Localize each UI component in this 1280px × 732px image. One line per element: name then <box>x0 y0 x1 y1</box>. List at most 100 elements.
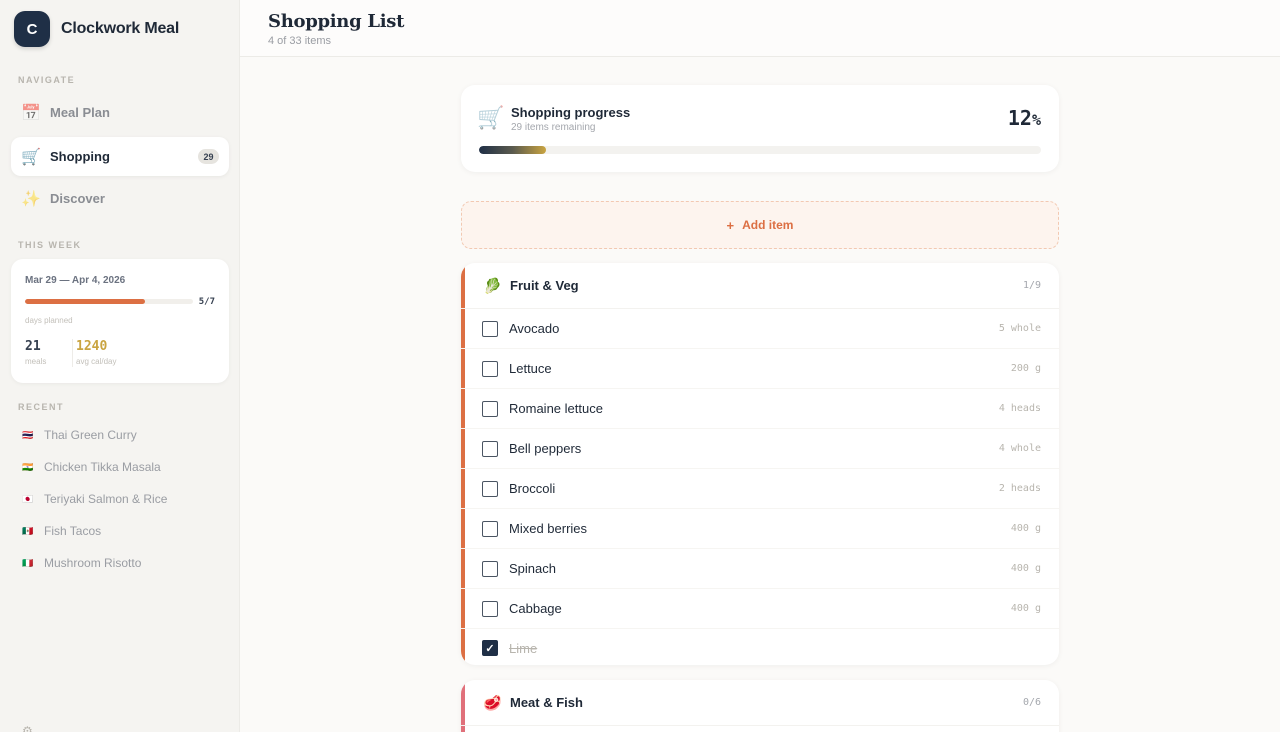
sparkles-icon: ✨ <box>21 190 41 208</box>
navigate-section-label: NAVIGATE <box>18 75 76 85</box>
progress-subtitle: 29 items remaining <box>511 122 596 133</box>
progress-bar-fill <box>479 146 547 154</box>
app-logo: C <box>14 11 50 47</box>
week-summary-card[interactable]: Mar 29 — Apr 4, 2026 5/7 days planned 21… <box>11 259 229 383</box>
page-title: Shopping List <box>268 11 405 32</box>
mexico-flag-icon: 🇲🇽 <box>22 525 34 536</box>
shopping-item-row[interactable]: Lettuce 200 g <box>461 349 1059 389</box>
days-planned-bar <box>25 299 193 304</box>
item-quantity: 5 whole <box>998 323 1041 334</box>
item-name: Bell peppers <box>509 441 582 456</box>
add-item-button[interactable]: + Add item <box>461 201 1059 249</box>
sidebar: C Clockwork Meal NAVIGATE 📅 Meal Plan 🛒 … <box>0 0 240 732</box>
plus-icon: + <box>726 217 735 233</box>
category-header[interactable]: 🥬 Fruit & Veg 1/9 <box>461 263 1059 309</box>
progress-percent-value: 12 <box>1007 106 1032 130</box>
japan-flag-icon: 🇯🇵 <box>22 493 34 504</box>
nav-item-label: Shopping <box>50 149 110 164</box>
item-checkbox[interactable] <box>482 480 498 497</box>
category-count: 1/9 <box>1022 280 1041 291</box>
progress-percent: 12% <box>1008 106 1041 130</box>
this-week-section-label: THIS WEEK <box>18 240 82 250</box>
item-quantity: 200 g <box>1010 363 1041 374</box>
recent-item-label: Thai Green Curry <box>44 428 137 442</box>
add-item-label: Add item <box>742 218 794 232</box>
recent-item-teriyaki-salmon[interactable]: 🇯🇵 Teriyaki Salmon & Rice <box>22 492 167 506</box>
brand[interactable]: C Clockwork Meal <box>14 11 179 47</box>
item-name: Broccoli <box>509 481 556 496</box>
item-name: Lettuce <box>509 361 552 376</box>
page-subtitle: 4 of 33 items <box>268 35 331 47</box>
item-name: Spinach <box>509 561 556 576</box>
item-name: Romaine lettuce <box>509 401 603 416</box>
item-checkbox[interactable] <box>482 520 498 537</box>
calendar-icon: 📅 <box>21 104 41 122</box>
recent-item-label: Fish Tacos <box>44 524 102 538</box>
checkmark-icon: ✓ <box>485 642 495 655</box>
leafy-greens-icon: 🥬 <box>483 277 502 295</box>
shopping-progress-card: 🛒 Shopping progress 29 items remaining 1… <box>461 85 1059 172</box>
settings-icon[interactable]: ⚙ <box>22 724 33 732</box>
recent-item-mushroom-risotto[interactable]: 🇮🇹 Mushroom Risotto <box>22 556 141 570</box>
shopping-item-row[interactable]: Mixed berries 400 g <box>461 509 1059 549</box>
days-planned-bar-fill <box>25 299 145 304</box>
shopping-item-row-checked[interactable]: ✓ Lime <box>461 629 1059 665</box>
item-name: Cabbage <box>509 601 562 616</box>
thailand-flag-icon: 🇹🇭 <box>22 429 34 440</box>
recent-item-thai-green-curry[interactable]: 🇹🇭 Thai Green Curry <box>22 428 137 442</box>
shopping-item-row[interactable]: Cabbage 400 g <box>461 589 1059 629</box>
meals-count: 21 <box>25 339 41 354</box>
week-date-range: Mar 29 — Apr 4, 2026 <box>25 275 126 286</box>
category-fruit-veg: 🥬 Fruit & Veg 1/9 Avocado 5 whole Lettuc… <box>461 263 1059 665</box>
category-meat-fish: 🥩 Meat & Fish 0/6 <box>461 680 1059 732</box>
shopping-item-row[interactable]: Broccoli 2 heads <box>461 469 1059 509</box>
nav-item-label: Meal Plan <box>50 105 110 120</box>
item-checkbox[interactable] <box>482 440 498 457</box>
item-quantity: 400 g <box>1010 563 1041 574</box>
item-quantity: 400 g <box>1010 603 1041 614</box>
nav-item-label: Discover <box>50 191 105 206</box>
item-checkbox-checked[interactable]: ✓ <box>482 640 498 656</box>
shopping-item-row[interactable]: Romaine lettuce 4 heads <box>461 389 1059 429</box>
recent-item-label: Teriyaki Salmon & Rice <box>44 492 168 506</box>
item-checkbox[interactable] <box>482 360 498 377</box>
item-quantity: 4 whole <box>998 443 1041 454</box>
progress-title: Shopping progress <box>511 105 631 120</box>
days-planned-count: 5/7 <box>198 297 215 307</box>
item-checkbox[interactable] <box>482 560 498 577</box>
nav-item-meal-plan[interactable]: 📅 Meal Plan <box>11 93 229 132</box>
italy-flag-icon: 🇮🇹 <box>22 557 34 568</box>
item-quantity: 400 g <box>1010 523 1041 534</box>
avg-cal-stat: 1240 avg cal/day <box>76 339 116 366</box>
meat-icon: 🥩 <box>483 694 502 712</box>
recent-item-chicken-tikka-masala[interactable]: 🇮🇳 Chicken Tikka Masala <box>22 460 161 474</box>
recent-item-label: Mushroom Risotto <box>44 556 142 570</box>
shopping-item-row[interactable]: Bell peppers 4 whole <box>461 429 1059 469</box>
item-name: Mixed berries <box>509 521 588 536</box>
shopping-item-row[interactable]: Avocado 5 whole <box>461 309 1059 349</box>
shopping-item-row[interactable]: Spinach 400 g <box>461 549 1059 589</box>
recent-section-label: RECENT <box>18 402 65 412</box>
category-header[interactable]: 🥩 Meat & Fish 0/6 <box>461 680 1059 726</box>
category-name: Meat & Fish <box>510 695 583 710</box>
recent-item-label: Chicken Tikka Masala <box>44 460 161 474</box>
recent-item-fish-tacos[interactable]: 🇲🇽 Fish Tacos <box>22 524 101 538</box>
india-flag-icon: 🇮🇳 <box>22 461 34 472</box>
nav-item-discover[interactable]: ✨ Discover <box>11 179 229 218</box>
avg-cal-label: avg cal/day <box>76 357 117 366</box>
nav-item-shopping[interactable]: 🛒 Shopping 29 <box>11 137 229 176</box>
percent-sign: % <box>1031 111 1041 129</box>
days-planned-label: days planned <box>25 316 73 325</box>
item-checkbox[interactable] <box>482 400 498 417</box>
item-checkbox[interactable] <box>482 320 498 337</box>
meals-stat: 21 meals <box>25 339 46 366</box>
avg-cal-value: 1240 <box>76 339 108 354</box>
progress-bar <box>479 146 1041 154</box>
item-checkbox[interactable] <box>482 600 498 617</box>
app-name: Clockwork Meal <box>61 20 180 37</box>
meals-label: meals <box>25 357 47 366</box>
shopping-count-badge: 29 <box>198 149 219 164</box>
stat-divider <box>72 339 73 367</box>
item-quantity: 2 heads <box>998 483 1041 494</box>
category-count: 0/6 <box>1022 697 1041 708</box>
